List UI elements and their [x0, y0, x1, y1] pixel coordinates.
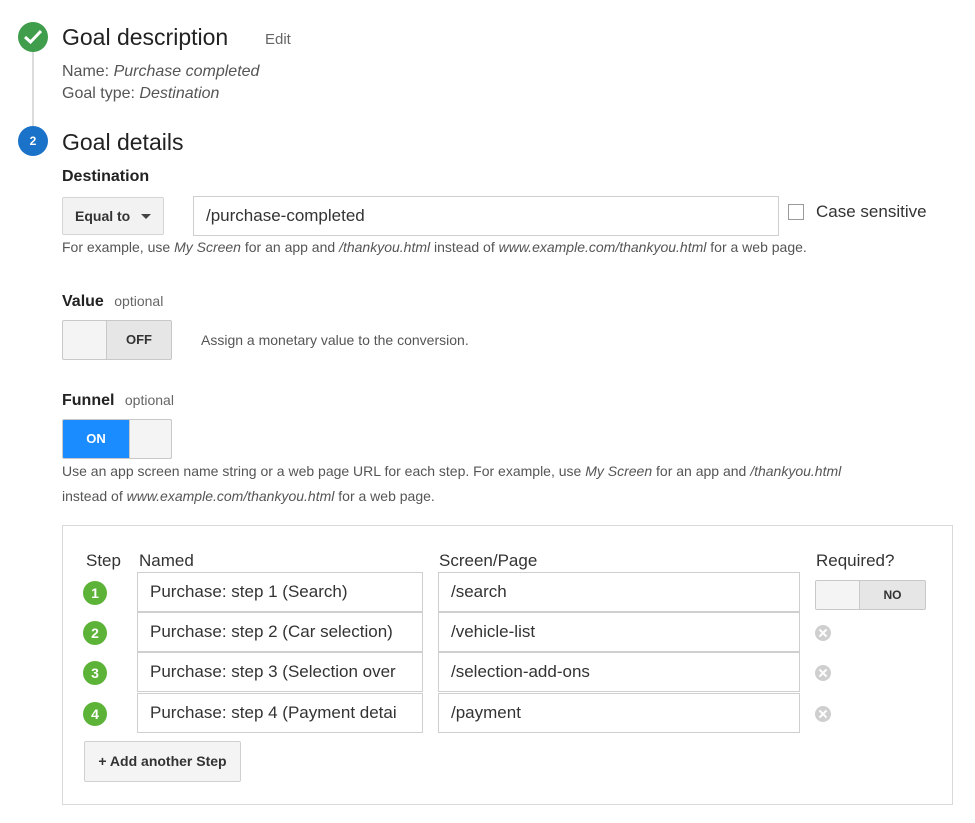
help-prefix: Use an app screen name string or a web p… [62, 463, 586, 479]
required-toggle[interactable]: NO [815, 580, 926, 610]
value-optional-tag: optional [114, 293, 164, 309]
help-suffix: for a web page. [706, 239, 807, 255]
help-mid: for an app and [652, 463, 751, 479]
remove-step-icon[interactable] [815, 665, 831, 681]
help-page-example: /thankyou.html [750, 463, 842, 479]
step-number-badge: 4 [83, 702, 107, 726]
help-suffix: for a web page. [334, 488, 435, 504]
destination-help-text: For example, use My Screen for an app an… [62, 239, 807, 255]
col-screen-header: Screen/Page [439, 551, 538, 570]
value-heading: Value optional [62, 293, 163, 311]
destination-input[interactable] [193, 196, 779, 236]
step-screen-input[interactable] [438, 652, 800, 692]
step-number-badge: 3 [83, 661, 107, 685]
help-mid2: instead of [430, 239, 499, 255]
value-description: Assign a monetary value to the conversio… [201, 332, 469, 348]
case-sensitive-checkbox[interactable] [788, 204, 804, 220]
caret-down-icon [141, 214, 151, 219]
col-required-header: Required? [816, 551, 895, 570]
funnel-toggle[interactable]: ON [62, 419, 172, 459]
step-connector-line [32, 50, 34, 126]
help-prefix: instead of [62, 488, 127, 504]
help-page-example: /thankyou.html [339, 239, 431, 255]
edit-link[interactable]: Edit [265, 31, 291, 48]
value-label: Value [62, 293, 104, 310]
value-toggle[interactable]: OFF [62, 320, 172, 360]
toggle-knob [63, 321, 107, 359]
goal-name-label: Name: [62, 63, 110, 80]
help-url-example: www.example.com/thankyou.html [126, 488, 335, 504]
match-type-value: Equal to [75, 208, 131, 224]
funnel-heading: Funnel optional [62, 392, 174, 410]
add-another-step-button[interactable]: + Add another Step [84, 741, 241, 782]
goal-description-title: Goal description [62, 24, 229, 50]
value-toggle-state: OFF [126, 332, 152, 347]
goal-type-value: Destination [139, 85, 220, 102]
step-number-badge: 2 [83, 621, 107, 645]
step-name-input[interactable] [137, 612, 423, 652]
goal-name-value: Purchase completed [113, 63, 260, 80]
help-prefix: For example, use [62, 239, 175, 255]
remove-step-icon[interactable] [815, 625, 831, 641]
col-named-header: Named [139, 551, 194, 570]
remove-step-icon[interactable] [815, 706, 831, 722]
funnel-label: Funnel [62, 392, 115, 409]
destination-label: Destination [62, 168, 150, 185]
funnel-help-line-2: instead of www.example.com/thankyou.html… [62, 488, 435, 504]
funnel-toggle-state: ON [86, 431, 106, 446]
step-number-badge: 1 [83, 581, 107, 605]
help-app-example: My Screen [174, 239, 241, 255]
col-step-header: Step [86, 551, 121, 570]
step-screen-input[interactable] [438, 572, 800, 612]
goal-type-label: Goal type: [62, 85, 135, 102]
step-name-input[interactable] [137, 652, 423, 692]
case-sensitive-label: Case sensitive [816, 202, 927, 221]
step-screen-input[interactable] [438, 612, 800, 652]
match-type-dropdown[interactable]: Equal to [62, 197, 164, 235]
funnel-help-line-1: Use an app screen name string or a web p… [62, 463, 841, 479]
funnel-optional-tag: optional [124, 392, 174, 408]
goal-details-title: Goal details [62, 129, 184, 155]
goal-type-line: Goal type: Destination [62, 85, 219, 103]
goal-name-line: Name: Purchase completed [62, 63, 259, 81]
help-mid: for an app and [240, 239, 340, 255]
completed-check-icon [18, 22, 48, 52]
step-screen-input[interactable] [438, 693, 800, 733]
required-toggle-state: NO [883, 588, 902, 602]
step-name-input[interactable] [137, 572, 423, 612]
toggle-knob [816, 581, 860, 609]
step-name-input[interactable] [137, 693, 423, 733]
step-number-badge: 2 [18, 126, 48, 156]
toggle-knob [129, 420, 171, 458]
help-url-example: www.example.com/thankyou.html [498, 239, 707, 255]
help-app-example: My Screen [585, 463, 653, 479]
